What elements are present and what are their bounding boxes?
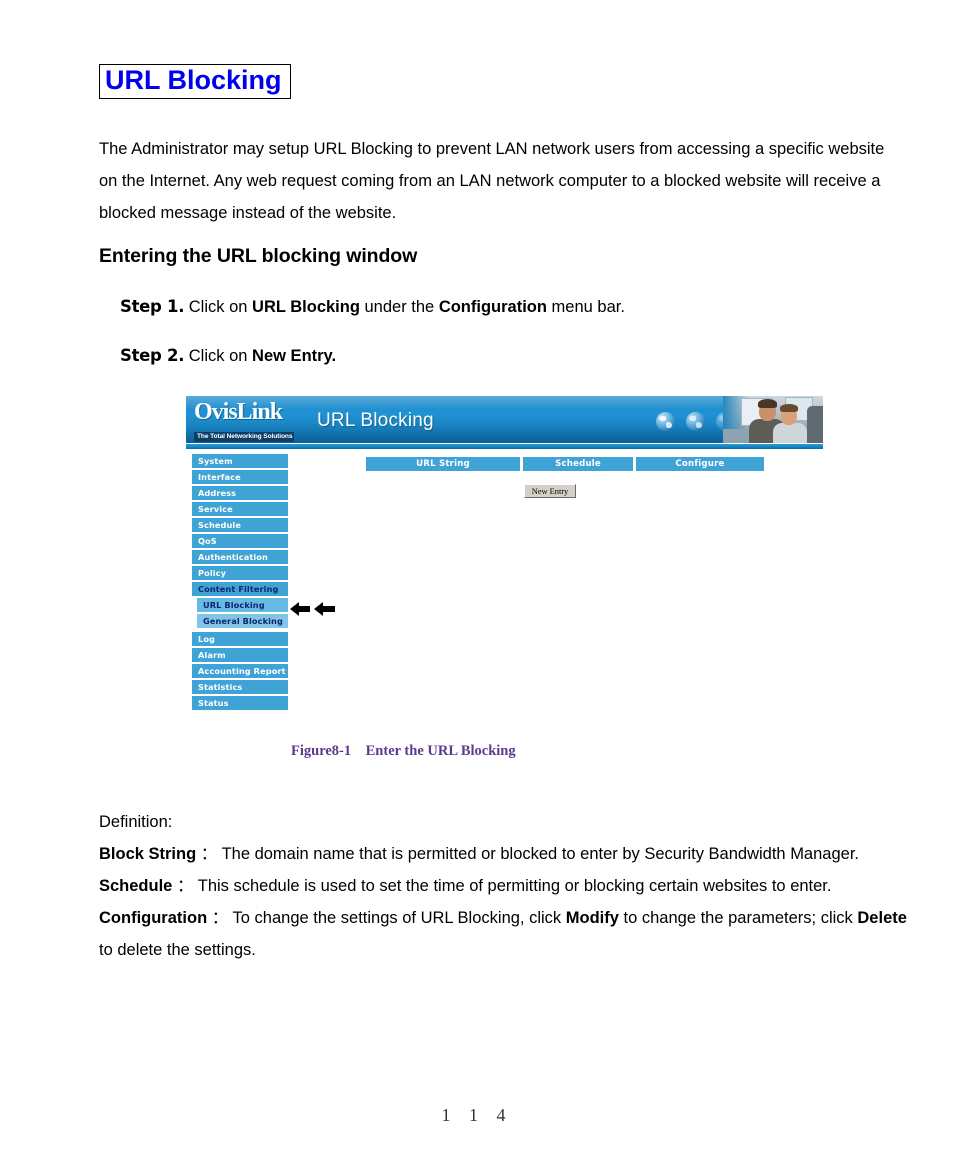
sidebar-item-label: General Blocking xyxy=(203,616,283,626)
definition-separator: ： xyxy=(196,845,222,863)
definition-heading: Definition: xyxy=(99,813,173,831)
sidebar-item-label: URL Blocking xyxy=(203,600,265,610)
logo-wordmark: OvisLink xyxy=(194,399,283,425)
body-text: to delete the settings. xyxy=(99,941,256,959)
people-at-computer-photo xyxy=(723,396,823,443)
sidebar-item-content-filtering[interactable]: Content Filtering xyxy=(192,582,288,596)
step-1: Step 1. Click on URL Blocking under the … xyxy=(120,296,625,318)
sidebar-item-label: Policy xyxy=(198,568,227,578)
definition-block: Definition: Block String ： The domain na… xyxy=(99,806,907,966)
page-title: URL Blocking xyxy=(99,64,291,100)
ui-header-title: URL Blocking xyxy=(317,410,434,431)
sidebar-item-label: Authentication xyxy=(198,552,268,562)
body-text: menu bar. xyxy=(546,298,625,316)
sidebar-item-status[interactable]: Status xyxy=(192,696,288,710)
figure-caption: Figure8-1 Enter the URL Blocking xyxy=(291,743,516,759)
sidebar-item-label: Statistics xyxy=(198,682,243,692)
double-left-arrow-icon xyxy=(290,602,335,616)
emphasis-text: URL Blocking xyxy=(252,298,360,316)
body-text: To change the settings of URL Blocking, … xyxy=(232,909,566,927)
sidebar-item-label: Accounting Report xyxy=(198,666,286,676)
sidebar-item-address[interactable]: Address xyxy=(192,486,288,500)
sidebar-item-label: Service xyxy=(198,504,233,514)
sidebar-item-label: System xyxy=(198,456,233,466)
emphasis-text: Delete xyxy=(857,909,907,927)
page-number: 1 1 4 xyxy=(441,1105,513,1125)
definition-separator: ： xyxy=(172,877,198,895)
sidebar-item-accounting-report[interactable]: Accounting Report xyxy=(192,664,288,678)
definition-term: Block String xyxy=(99,845,197,863)
sidebar-item-statistics[interactable]: Statistics xyxy=(192,680,288,694)
sidebar-item-label: Status xyxy=(198,698,229,708)
document-page: URL Blocking The Administrator may setup… xyxy=(0,0,954,1155)
sidebar-item-policy[interactable]: Policy xyxy=(192,566,288,580)
device-ui-screenshot: OvisLink The Total Networking Solutions … xyxy=(186,396,823,720)
globe-icon xyxy=(686,412,705,431)
sidebar-item-url-blocking[interactable]: URL Blocking xyxy=(197,598,288,612)
body-text: Click on xyxy=(188,347,253,365)
sidebar-item-qos[interactable]: QoS xyxy=(192,534,288,548)
emphasis-text: New Entry. xyxy=(252,347,337,365)
new-entry-button[interactable]: New Entry xyxy=(524,484,576,498)
definition-entry: Configuration ： To change the settings o… xyxy=(99,902,907,966)
ui-sidebar-menu: System Interface Address Service Schedule QoS… xyxy=(192,454,288,712)
sidebar-item-label: Schedule xyxy=(198,520,241,530)
sidebar-item-alarm[interactable]: Alarm xyxy=(192,648,288,662)
definition-term: Configuration xyxy=(99,909,208,927)
photo-chair xyxy=(807,406,823,443)
body-text: under the xyxy=(359,298,439,316)
definition-term: Schedule xyxy=(99,877,173,895)
header-accent-stripe xyxy=(186,444,823,449)
sidebar-item-label: Alarm xyxy=(198,650,226,660)
sidebar-item-authentication[interactable]: Authentication xyxy=(192,550,288,564)
photo-child-body xyxy=(773,423,807,443)
photo-child-hair xyxy=(780,404,798,412)
column-header-url-string: URL String xyxy=(366,457,520,471)
sidebar-item-log[interactable]: Log xyxy=(192,632,288,646)
column-header-schedule: Schedule xyxy=(523,457,633,471)
definition-separator: ： xyxy=(207,909,233,927)
ovislink-logo: OvisLink The Total Networking Solutions xyxy=(194,399,314,443)
intro-paragraph: The Administrator may setup URL Blocking… xyxy=(99,140,885,222)
definition-entry: Schedule ： This schedule is used to set … xyxy=(99,870,907,902)
logo-tagline: The Total Networking Solutions xyxy=(194,432,295,442)
step-2: Step 2. Click on New Entry. xyxy=(120,345,336,367)
sidebar-item-label: Interface xyxy=(198,472,241,482)
sidebar-item-label: Log xyxy=(198,634,216,644)
step-1-label: Step 1. xyxy=(120,297,185,316)
emphasis-text: Configuration xyxy=(438,298,547,316)
body-text: Click on xyxy=(188,298,253,316)
results-table-header: URL String Schedule Configure xyxy=(366,457,764,471)
photo-adult-hair xyxy=(758,399,777,408)
sidebar-item-interface[interactable]: Interface xyxy=(192,470,288,484)
sidebar-item-label: Content Filtering xyxy=(198,584,279,594)
body-text: to change the parameters; click xyxy=(618,909,858,927)
ui-header-banner: OvisLink The Total Networking Solutions … xyxy=(186,396,823,443)
sidebar-item-label: QoS xyxy=(198,536,217,546)
body-text: The domain name that is permitted or blo… xyxy=(221,845,859,863)
step-1-text: Click on URL Blocking under the Configur… xyxy=(189,298,625,316)
sidebar-item-service[interactable]: Service xyxy=(192,502,288,516)
body-text: This schedule is used to set the time of… xyxy=(197,877,832,895)
step-2-label: Step 2. xyxy=(120,346,185,365)
sidebar-item-general-blocking[interactable]: General Blocking xyxy=(197,614,288,628)
annotation-arrows xyxy=(290,600,336,618)
step-2-text: Click on New Entry. xyxy=(189,347,336,365)
sidebar-item-system[interactable]: System xyxy=(192,454,288,468)
column-header-configure: Configure xyxy=(636,457,764,471)
section-heading: Entering the URL blocking window xyxy=(99,245,418,267)
globe-icon xyxy=(656,412,675,431)
definition-entry: Block String ： The domain name that is p… xyxy=(99,838,907,870)
sidebar-item-label: Address xyxy=(198,488,237,498)
emphasis-text: Modify xyxy=(565,909,619,927)
sidebar-item-schedule[interactable]: Schedule xyxy=(192,518,288,532)
